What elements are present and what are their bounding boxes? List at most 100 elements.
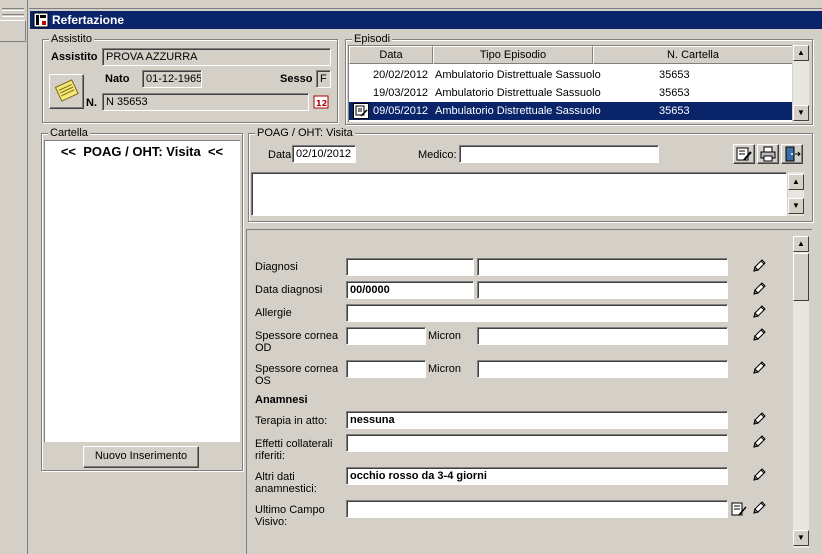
sesso-label: Sesso [280,73,313,85]
cartella-list[interactable] [44,140,240,442]
episodi-legend: Episodi [352,33,393,45]
allergie-label: Allergie [255,307,292,319]
birth-date-field[interactable]: 01-12-1965 [142,70,202,88]
row-type: Ambulatorio Distrettuale Sassuolo N [435,87,603,99]
spessore-os-field[interactable] [346,360,426,378]
row-cartella: 35653 [659,87,690,99]
altri-field[interactable]: occhio rosso da 3-4 giorni [346,467,728,485]
pencil-icon[interactable] [751,327,767,343]
data-diagnosi-label: Data diagnosi [255,284,323,296]
effetti-label: Effetti collaterali riferiti: [255,438,333,462]
row-date: 19/03/2012 [373,87,429,99]
diagnosi-text-field[interactable] [477,258,728,276]
notes-scrollbar[interactable]: ▲ ▼ [787,172,804,216]
sex-field[interactable]: F [316,70,331,88]
gutter-handle[interactable] [2,14,24,17]
patient-number-field[interactable]: N 35653 [102,93,309,111]
scroll-up-button[interactable]: ▲ [788,174,804,190]
medico-label: Medico: [418,149,457,161]
spessore-od-field[interactable] [346,327,426,345]
pencil-icon[interactable] [751,467,767,483]
scroll-down-button[interactable]: ▼ [793,530,809,546]
scroll-down-button[interactable]: ▼ [788,198,804,214]
table-row[interactable]: 20/02/2012 Ambulatorio Distrettuale Sass… [349,66,792,84]
left-gutter [0,0,28,554]
edit-report-button[interactable] [733,144,755,164]
visit-date-field[interactable]: 02/10/2012 [292,145,356,163]
spessore-od-label: Spessore cornea OD [255,330,339,354]
patient-notes-button[interactable] [49,74,84,109]
top-strip [29,0,822,9]
notepad-icon [54,79,79,102]
nato-label: Nato [105,73,130,85]
gutter-handle[interactable] [2,8,24,11]
micron-od-label: Micron [428,330,462,342]
n-label: N. [86,97,97,109]
form-scrollbar[interactable]: ▲ ▼ [792,236,809,548]
anamnesi-heading: Anamnesi [255,394,308,406]
row-date: 20/02/2012 [373,69,429,81]
scroll-thumb[interactable] [793,253,809,301]
pencil-icon[interactable] [751,500,767,516]
scroll-up-button[interactable]: ▲ [793,45,809,61]
window-title: Refertazione [52,13,125,27]
printer-icon [760,146,776,162]
table-row[interactable]: 19/03/2012 Ambulatorio Distrettuale Sass… [349,84,792,102]
terapia-field[interactable]: nessuna [346,411,728,429]
document-edit-icon [736,147,752,161]
print-button[interactable] [757,144,779,164]
medico-field[interactable] [459,145,659,163]
col-header-data[interactable]: Data [349,46,433,64]
pencil-icon[interactable] [751,434,767,450]
scroll-down-button[interactable]: ▼ [793,105,809,121]
col-header-cartella[interactable]: N. Cartella [593,46,792,64]
spessore-os-label: Spessore cornea OS [255,363,339,387]
ultimo-field[interactable] [346,500,728,518]
data-diagnosi-extra-field[interactable] [477,281,728,299]
effetti-field[interactable] [346,434,728,452]
id-card-icon[interactable]: 12 [313,94,329,110]
row-type: Ambulatorio Distrettuale Sassuolo N [435,69,603,81]
micron-os-label: Micron [428,363,462,375]
ultimo-label: Ultimo Campo Visivo: [255,504,325,528]
exit-button[interactable] [781,144,803,164]
app-icon [33,12,49,28]
table-row-selected[interactable]: 09/05/2012 Ambulatorio Distrettuale Sass… [349,102,792,120]
episodi-scrollbar[interactable]: ▲ ▼ [792,45,809,122]
row-cartella: 35653 [659,69,690,81]
diagnosi-code-field[interactable] [346,258,474,276]
col-header-tipo[interactable]: Tipo Episodio [433,46,593,64]
scroll-up-button[interactable]: ▲ [793,236,809,252]
assistito-legend: Assistito [49,33,94,45]
terapia-label: Terapia in atto: [255,415,328,427]
visit-legend: POAG / OHT: Visita [255,127,355,139]
visit-notes-textarea[interactable] [251,172,787,216]
allergie-field[interactable] [346,304,728,322]
svg-text:12: 12 [316,99,327,108]
spessore-od-note-field[interactable] [477,327,728,345]
episodi-table[interactable]: Data Tipo Episodio N. Cartella 20/02/201… [348,45,792,122]
gutter-tab[interactable] [0,20,26,42]
row-cartella: 35653 [659,105,690,117]
patient-name-field[interactable]: PROVA AZZURRA [102,48,331,66]
row-date: 09/05/2012 [373,105,429,117]
pencil-icon[interactable] [751,281,767,297]
exit-door-icon [785,146,801,162]
altri-label: Altri dati anamnestici: [255,471,317,495]
row-type: Ambulatorio Distrettuale Sassuolo N [435,105,603,117]
diagnosi-label: Diagnosi [255,261,298,273]
pencil-icon[interactable] [751,411,767,427]
pencil-icon[interactable] [751,258,767,274]
title-bar [30,11,822,29]
new-entry-button[interactable]: Nuovo Inserimento [83,446,199,468]
data-label: Data: [268,149,295,161]
pencil-icon[interactable] [751,360,767,376]
document-edit-icon[interactable] [731,501,747,517]
data-diagnosi-field[interactable]: 00/0000 [346,281,474,299]
pencil-icon[interactable] [751,304,767,320]
cartella-item[interactable]: << POAG / OHT: Visita << [44,144,240,159]
cartella-legend: Cartella [48,127,90,139]
assistito-label: Assistito [51,51,98,63]
spessore-os-note-field[interactable] [477,360,728,378]
document-edit-icon [353,103,369,119]
